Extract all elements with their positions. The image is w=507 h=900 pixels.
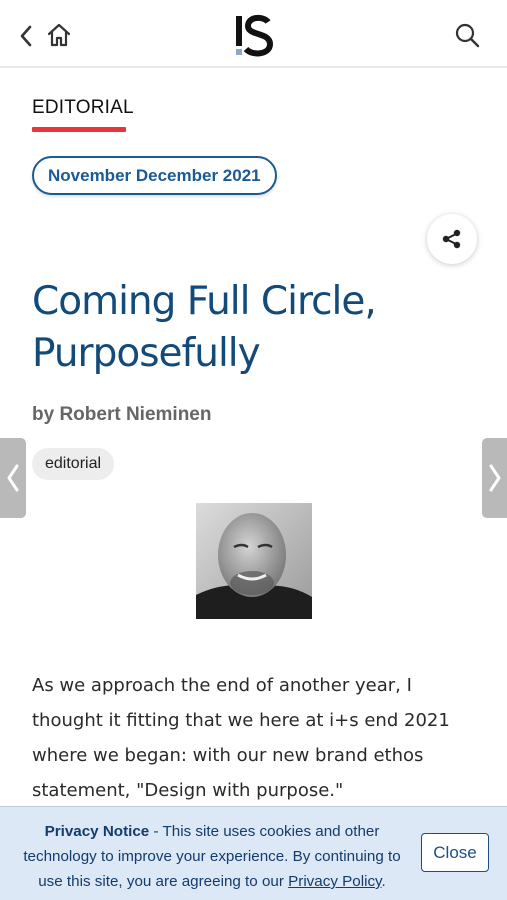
- home-icon: [47, 23, 71, 47]
- article-body: As we approach the end of another year, …: [32, 668, 462, 808]
- article-title: Coming Full Circle, Purposefully: [32, 276, 432, 380]
- home-button[interactable]: [44, 20, 74, 50]
- title-line-2: Purposefully: [32, 331, 261, 376]
- chevron-right-icon: [489, 464, 501, 492]
- title-line-1: Coming Full Circle,: [32, 279, 377, 324]
- body-line-1: As we approach the end of another year, …: [32, 675, 412, 696]
- privacy-policy-link[interactable]: Privacy Policy: [288, 873, 381, 890]
- body-line-2: thought it fitting that we here at i+s e…: [32, 710, 450, 731]
- privacy-notice-text: Privacy Notice - This site uses cookies …: [14, 819, 410, 894]
- top-navigation-bar: [0, 0, 507, 68]
- article-byline[interactable]: by Robert Nieminen: [32, 404, 211, 426]
- previous-article-button[interactable]: [0, 438, 26, 518]
- share-icon: [442, 229, 461, 249]
- search-icon: [455, 23, 480, 48]
- back-button[interactable]: [14, 22, 38, 50]
- chevron-left-icon: [20, 25, 32, 47]
- site-logo[interactable]: [228, 14, 278, 58]
- privacy-notice-end: .: [381, 873, 386, 890]
- search-button[interactable]: [452, 20, 482, 50]
- issue-pill[interactable]: November December 2021: [32, 156, 277, 195]
- tag-chip[interactable]: editorial: [32, 448, 115, 480]
- privacy-notice-title: Privacy Notice: [44, 823, 150, 840]
- share-button[interactable]: [427, 214, 477, 264]
- close-button[interactable]: Close: [421, 833, 489, 872]
- next-article-button[interactable]: [482, 438, 507, 518]
- chevron-left-icon: [7, 464, 19, 492]
- section-label[interactable]: EDITORIAL: [32, 97, 134, 119]
- section-underline: [32, 127, 126, 132]
- body-line-4: statement, "Design with purpose.": [32, 780, 344, 801]
- author-photo: [196, 503, 312, 619]
- body-line-3: where we began: with our new brand ethos: [32, 745, 424, 766]
